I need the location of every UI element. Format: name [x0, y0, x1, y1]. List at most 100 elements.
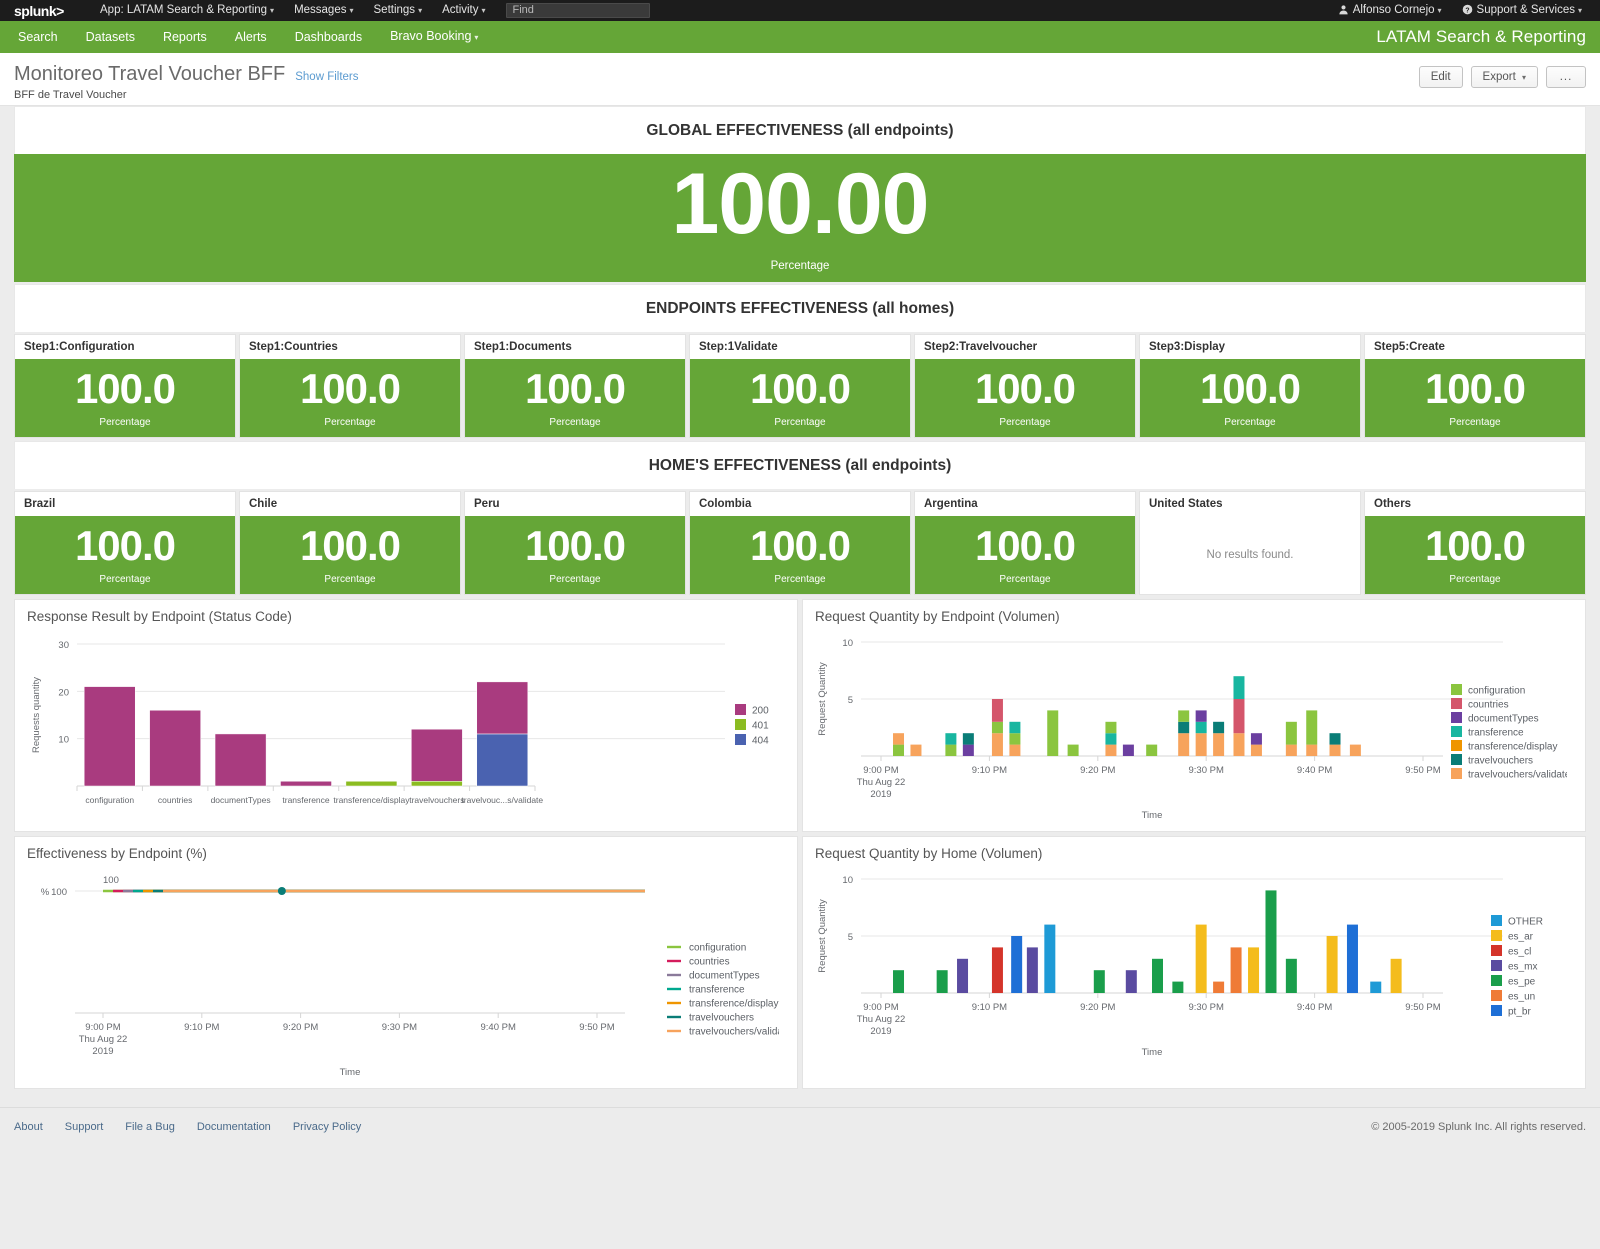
nav-bravo-booking-label: Bravo Booking: [390, 29, 472, 43]
endpoint-card-body: 100.0 Percentage: [915, 359, 1135, 437]
show-filters-link[interactable]: Show Filters: [295, 71, 358, 83]
user-menu[interactable]: Alfonso Cornejo ▾: [1328, 0, 1452, 21]
endpoint-card[interactable]: Step5:Create 100.0 Percentage: [1364, 334, 1586, 438]
endpoint-card-label: Percentage: [549, 417, 601, 428]
response-result-chart[interactable]: 10 20 30 Requests quantity configuration coun…: [15, 626, 779, 831]
home-card[interactable]: Argentina 100.0 Percentage: [914, 491, 1136, 595]
export-button[interactable]: Export ▾: [1470, 66, 1538, 88]
home-card[interactable]: Chile 100.0 Percentage: [239, 491, 461, 595]
edit-button[interactable]: Edit: [1418, 66, 1463, 88]
panel-body[interactable]: 5 10 Request Quantity 9:00 PM Thu Aug 22 2019…: [803, 863, 1585, 1088]
endpoint-card-label: Percentage: [99, 417, 151, 428]
home-card-body: No results found.: [1140, 516, 1360, 594]
endpoint-card-title: Step1:Configuration: [24, 341, 135, 353]
more-actions-button[interactable]: ...: [1546, 66, 1586, 88]
home-card-body: 100.0 Percentage: [915, 516, 1135, 594]
endpoint-card-body: 100.0 Percentage: [1140, 359, 1360, 437]
svg-text:Time: Time: [340, 1067, 361, 1078]
no-results-message: No results found.: [1206, 549, 1294, 561]
footer-link-support[interactable]: Support: [65, 1121, 104, 1133]
home-card[interactable]: Brazil 100.0 Percentage: [14, 491, 236, 595]
footer-links: About Support File a Bug Documentation P…: [14, 1121, 361, 1133]
homes-effectiveness-header: HOME'S EFFECTIVENESS (all endpoints): [14, 441, 1586, 489]
home-card-title: Argentina: [924, 498, 978, 510]
dashboard-title-row: Monitoreo Travel Voucher BFF Show Filter…: [14, 63, 1586, 86]
svg-text:2019: 2019: [92, 1046, 113, 1057]
home-card-body: 100.0 Percentage: [465, 516, 685, 594]
app-menu[interactable]: App: LATAM Search & Reporting ▾: [90, 0, 284, 21]
support-menu[interactable]: ? Support & Services ▾: [1452, 0, 1592, 21]
endpoint-card-body: 100.0 Percentage: [15, 359, 235, 437]
svg-text:9:20 PM: 9:20 PM: [1080, 1002, 1115, 1013]
settings-menu[interactable]: Settings ▾: [364, 0, 433, 21]
svg-text:9:10 PM: 9:10 PM: [184, 1022, 219, 1033]
nav-reports[interactable]: Reports: [149, 21, 221, 53]
svg-text:Request Quantity: Request Quantity: [817, 899, 828, 973]
effectiveness-by-endpoint-chart[interactable]: 100%1009:00 PMThu Aug 2220199:10 PM 9:20 …: [15, 863, 779, 1088]
svg-text:es_mx: es_mx: [1508, 962, 1537, 973]
footer-link-file-a-bug[interactable]: File a Bug: [125, 1121, 175, 1133]
endpoint-card-title: Step1:Documents: [474, 341, 572, 353]
nav-dashboards[interactable]: Dashboards: [281, 21, 376, 53]
global-effectiveness-single-value[interactable]: 100.00 Percentage: [14, 154, 1586, 282]
svg-text:9:00 PM: 9:00 PM: [863, 765, 898, 776]
homes-effectiveness-row: Brazil 100.0 Percentage Chile 100.0 Perc…: [14, 491, 1586, 595]
panel-body[interactable]: 5 10 Request Quantity 9:00 PM Thu Aug 22 2019…: [803, 626, 1585, 831]
panel-request-quantity-by-endpoint: Request Quantity by Endpoint (Volumen) 5…: [802, 599, 1586, 832]
endpoint-card[interactable]: Step1:Configuration 100.0 Percentage: [14, 334, 236, 438]
endpoint-card-value: 100.0: [749, 365, 851, 412]
endpoint-card-title: Step:1Validate: [699, 341, 778, 353]
settings-label: Settings: [373, 4, 416, 16]
footer-link-documentation[interactable]: Documentation: [197, 1121, 271, 1133]
svg-text:401: 401: [752, 721, 769, 732]
home-card-label: Percentage: [1449, 574, 1501, 585]
footer-link-privacy-policy[interactable]: Privacy Policy: [293, 1121, 361, 1133]
home-card[interactable]: United States No results found.: [1139, 491, 1361, 595]
activity-menu[interactable]: Activity ▾: [432, 0, 495, 21]
request-quantity-endpoint-chart[interactable]: 5 10 Request Quantity 9:00 PMThu Aug 222019…: [803, 626, 1567, 831]
endpoint-card-label: Percentage: [999, 417, 1051, 428]
endpoint-card[interactable]: Step1:Countries 100.0 Percentage: [239, 334, 461, 438]
home-card-body: 100.0 Percentage: [1365, 516, 1585, 594]
endpoint-card[interactable]: Step3:Display 100.0 Percentage: [1139, 334, 1361, 438]
endpoint-card[interactable]: Step2:Travelvoucher 100.0 Percentage: [914, 334, 1136, 438]
svg-text:es_cl: es_cl: [1508, 947, 1531, 958]
panel-body[interactable]: 10 20 30 Requests quantity configuration coun…: [15, 626, 797, 831]
home-card-title: Colombia: [699, 498, 752, 510]
topbar-menu: App: LATAM Search & Reporting ▾ Messages ▾…: [90, 0, 650, 21]
chevron-down-icon: ▾: [418, 6, 423, 15]
footer-link-about[interactable]: About: [14, 1121, 43, 1133]
svg-text:Time: Time: [1142, 810, 1163, 821]
endpoint-card[interactable]: Step1:Documents 100.0 Percentage: [464, 334, 686, 438]
splunk-logo[interactable]: splunk>: [14, 3, 78, 19]
nav-search[interactable]: Search: [4, 21, 72, 53]
home-card[interactable]: Colombia 100.0 Percentage: [689, 491, 911, 595]
nav-alerts[interactable]: Alerts: [221, 21, 281, 53]
svg-text:10: 10: [58, 735, 69, 746]
panel-title: Request Quantity by Endpoint (Volumen): [815, 609, 1060, 624]
svg-text:travelvouchers/validate: travelvouchers/validate: [689, 1027, 779, 1038]
home-card-value: 100.0: [1424, 522, 1526, 569]
current-app-name: LATAM Search & Reporting: [1376, 27, 1586, 46]
endpoint-card-value: 100.0: [974, 365, 1076, 412]
messages-menu[interactable]: Messages ▾: [284, 0, 363, 21]
user-menu-label: Alfonso Cornejo: [1352, 4, 1435, 16]
endpoint-card[interactable]: Step:1Validate 100.0 Percentage: [689, 334, 911, 438]
endpoint-card-label: Percentage: [324, 417, 376, 428]
svg-text:transference/display: transference/display: [1468, 742, 1558, 753]
endpoints-effectiveness-row: Step1:Configuration 100.0 Percentage Ste…: [14, 334, 1586, 438]
nav-dashboards-label: Dashboards: [294, 30, 363, 44]
find-input[interactable]: Find: [505, 3, 650, 18]
svg-text:es_ar: es_ar: [1508, 932, 1534, 943]
nav-datasets[interactable]: Datasets: [72, 21, 149, 53]
nav-bravo-booking[interactable]: Bravo Booking ▾: [376, 20, 492, 54]
global-effectiveness-value: 100.00: [671, 156, 929, 253]
home-card-label: Percentage: [549, 574, 601, 585]
home-card-title: Chile: [249, 498, 278, 510]
request-quantity-home-chart[interactable]: 5 10 Request Quantity 9:00 PMThu Aug 222019…: [803, 863, 1567, 1088]
home-card[interactable]: Others 100.0 Percentage: [1364, 491, 1586, 595]
svg-text:2019: 2019: [870, 789, 891, 800]
page-title: Monitoreo Travel Voucher BFF: [14, 63, 286, 85]
home-card[interactable]: Peru 100.0 Percentage: [464, 491, 686, 595]
panel-body[interactable]: 100% 100 9:00 PM Thu Aug 22 2019 9:10 PM 9:20 …: [15, 863, 797, 1088]
